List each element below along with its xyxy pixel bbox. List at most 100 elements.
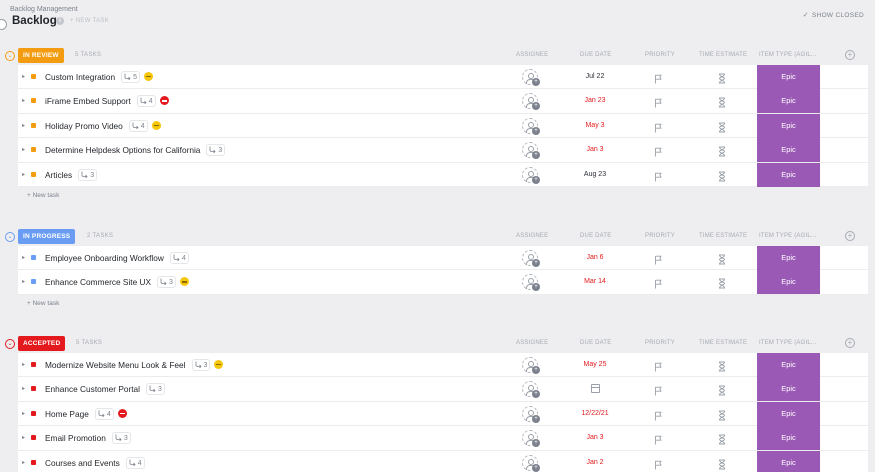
breadcrumb[interactable]: Backlog Management xyxy=(10,6,78,13)
sidebar-toggle[interactable] xyxy=(0,19,7,30)
due-date[interactable]: Jan 3 xyxy=(565,434,625,441)
new-task-button[interactable]: + NEW TASK xyxy=(70,18,109,24)
hourglass-icon[interactable] xyxy=(718,359,726,377)
add-assignee-icon[interactable]: + xyxy=(532,439,540,448)
column-header-priority[interactable]: PRIORITY xyxy=(645,233,675,239)
column-header-time-estimate[interactable]: TIME ESTIMATE xyxy=(699,233,747,239)
warning-status-icon[interactable] xyxy=(214,360,224,369)
due-date[interactable]: Jan 3 xyxy=(565,146,625,153)
item-type-badge[interactable]: Epic xyxy=(757,162,820,187)
warning-status-icon[interactable] xyxy=(143,72,153,81)
column-header-due-date[interactable]: DUE DATE xyxy=(580,233,612,239)
new-task-link[interactable]: + New task xyxy=(27,295,875,312)
column-header-priority[interactable]: PRIORITY xyxy=(645,340,675,346)
priority-flag-icon[interactable] xyxy=(654,408,663,426)
new-task-link[interactable]: + New task xyxy=(27,187,875,204)
status-square-icon[interactable] xyxy=(31,74,36,79)
priority-flag-icon[interactable] xyxy=(654,144,663,162)
due-date[interactable]: Jan 6 xyxy=(565,254,625,261)
priority-flag-icon[interactable] xyxy=(654,95,663,113)
subtask-count[interactable]: 4 xyxy=(94,407,114,420)
subtask-count[interactable]: 4 xyxy=(169,252,189,264)
add-assignee-icon[interactable]: + xyxy=(532,414,540,423)
priority-flag-icon[interactable] xyxy=(654,359,663,377)
expand-row-icon[interactable]: ▸ xyxy=(22,171,25,178)
item-type-badge[interactable]: Epic xyxy=(757,353,820,377)
task-name[interactable]: Home Page xyxy=(45,409,89,419)
subtask-count[interactable]: 3 xyxy=(206,144,226,157)
hourglass-icon[interactable] xyxy=(718,457,726,472)
item-type-badge[interactable]: Epic xyxy=(757,401,820,426)
hourglass-icon[interactable] xyxy=(718,432,726,450)
column-header-assignee[interactable]: ASSIGNEE xyxy=(516,233,548,239)
warning-status-icon[interactable] xyxy=(151,120,161,130)
column-header-item-type[interactable]: ITEM TYPE (AGIL... xyxy=(759,233,817,239)
task-row[interactable]: ▸ iFrame Embed Support 4 + Jan 23 Epic xyxy=(18,89,868,114)
calendar-icon[interactable] xyxy=(591,384,600,394)
subtask-count[interactable]: 4 xyxy=(125,456,145,469)
task-row[interactable]: ▸ Enhance Commerce Site UX 3 + Mar 14 Epic xyxy=(18,270,868,295)
task-row[interactable]: ▸ Courses and Events 4 + Jan 2 Epic xyxy=(18,450,868,472)
hourglass-icon[interactable] xyxy=(718,71,726,89)
task-name[interactable]: Employee Onboarding Workflow xyxy=(45,253,164,263)
subtask-count[interactable]: 3 xyxy=(111,432,131,445)
task-name[interactable]: iFrame Embed Support xyxy=(45,96,131,106)
add-assignee-icon[interactable]: + xyxy=(532,259,540,267)
task-name[interactable]: Holiday Promo Video xyxy=(45,121,123,131)
task-row[interactable]: ▸ Email Promotion 3 + Jan 3 Epic xyxy=(18,426,868,451)
status-pill[interactable]: ACCEPTED xyxy=(18,336,66,351)
item-type-badge[interactable]: Epic xyxy=(757,113,820,138)
hourglass-icon[interactable] xyxy=(718,120,726,138)
hourglass-icon[interactable] xyxy=(718,408,726,426)
task-name[interactable]: Determine Helpdesk Options for Californi… xyxy=(45,145,200,155)
expand-row-icon[interactable]: ▸ xyxy=(22,73,25,80)
add-assignee-icon[interactable]: + xyxy=(532,366,540,374)
subtask-count[interactable]: 3 xyxy=(78,168,98,181)
add-column-icon[interactable]: + xyxy=(845,338,855,348)
add-assignee-icon[interactable]: + xyxy=(532,151,540,160)
task-row[interactable]: ▸ Determine Helpdesk Options for Californ… xyxy=(18,138,868,163)
status-square-icon[interactable] xyxy=(31,459,36,465)
status-square-icon[interactable] xyxy=(31,255,36,260)
add-assignee-icon[interactable]: + xyxy=(532,78,540,86)
show-closed-toggle[interactable]: ✓ SHOW CLOSED xyxy=(803,11,864,19)
due-date[interactable]: May 25 xyxy=(565,361,625,368)
column-header-priority[interactable]: PRIORITY xyxy=(645,52,675,58)
subtask-count[interactable]: 5 xyxy=(121,71,140,83)
subtask-count[interactable]: 4 xyxy=(128,119,148,132)
due-date[interactable]: Jan 2 xyxy=(565,459,625,466)
collapse-chevron-icon[interactable]: ⌄ xyxy=(5,339,15,349)
add-assignee-icon[interactable]: + xyxy=(532,126,540,135)
add-assignee-icon[interactable]: + xyxy=(532,463,540,472)
blocked-status-icon[interactable] xyxy=(117,408,127,418)
due-date[interactable]: Mar 14 xyxy=(565,278,625,285)
item-type-badge[interactable]: Epic xyxy=(757,246,820,270)
add-assignee-icon[interactable]: + xyxy=(532,390,540,399)
status-square-icon[interactable] xyxy=(31,386,36,392)
task-name[interactable]: Custom Integration xyxy=(45,72,115,82)
priority-flag-icon[interactable] xyxy=(654,432,663,450)
due-date[interactable]: May 3 xyxy=(565,122,625,129)
expand-row-icon[interactable]: ▸ xyxy=(22,410,25,417)
item-type-badge[interactable]: Epic xyxy=(757,377,820,402)
add-assignee-icon[interactable]: + xyxy=(532,102,540,111)
expand-row-icon[interactable]: ▸ xyxy=(22,278,25,285)
item-type-badge[interactable]: Epic xyxy=(757,426,820,451)
add-column-icon[interactable]: + xyxy=(845,231,855,241)
column-header-item-type[interactable]: ITEM TYPE (AGIL... xyxy=(759,340,817,346)
column-header-assignee[interactable]: ASSIGNEE xyxy=(516,52,548,58)
hourglass-icon[interactable] xyxy=(718,383,726,401)
item-type-badge[interactable]: Epic xyxy=(757,450,820,472)
task-row[interactable]: ▸ Articles 3 + Aug 23 Epic xyxy=(18,162,868,187)
hourglass-icon[interactable] xyxy=(718,276,726,294)
item-type-badge[interactable]: Epic xyxy=(757,138,820,163)
priority-flag-icon[interactable] xyxy=(654,252,663,270)
status-square-icon[interactable] xyxy=(31,171,36,177)
priority-flag-icon[interactable] xyxy=(654,276,663,294)
task-row[interactable]: ▸ Custom Integration 5 + Jul 22 Epic xyxy=(18,65,868,90)
task-name[interactable]: Articles xyxy=(45,170,72,180)
expand-row-icon[interactable]: ▸ xyxy=(22,385,25,392)
column-header-item-type[interactable]: ITEM TYPE (AGIL... xyxy=(759,52,817,58)
hourglass-icon[interactable] xyxy=(718,169,726,187)
due-date[interactable]: 12/22/21 xyxy=(565,410,625,417)
